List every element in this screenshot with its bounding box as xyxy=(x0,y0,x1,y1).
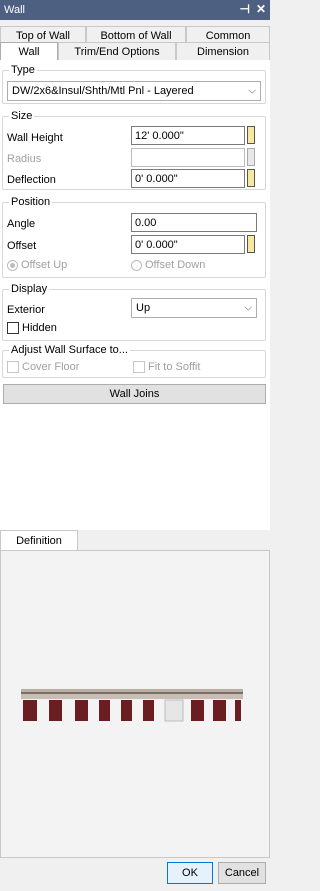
calculator-icon[interactable] xyxy=(247,126,255,144)
window-titlebar: Wall ⊣ ✕ xyxy=(0,0,270,20)
wall-top-plate xyxy=(21,694,243,699)
cover-floor-label: Cover Floor xyxy=(22,361,80,373)
stud xyxy=(99,700,110,721)
radius-input[interactable] xyxy=(131,148,245,167)
radio-dot-icon xyxy=(131,259,142,271)
size-group: Size Wall Height 12' 0.000" Radius Defle… xyxy=(2,110,266,190)
display-group: Display Exterior Up ⌵ Hidden xyxy=(2,283,266,341)
offset-up-radio[interactable]: Offset Up xyxy=(7,259,67,271)
stud xyxy=(235,700,241,721)
checkbox-box xyxy=(7,361,19,373)
offset-down-label: Offset Down xyxy=(145,259,206,271)
wall-joins-button[interactable]: Wall Joins xyxy=(3,384,266,404)
type-group: Type DW/2x6&Insul/Shth/Mtl Pnl - Layered… xyxy=(2,64,266,104)
wall-joins-label: Wall Joins xyxy=(109,388,160,400)
chevron-down-icon: ⌵ xyxy=(244,302,252,314)
calculator-icon[interactable] xyxy=(247,235,255,253)
stud xyxy=(143,700,154,721)
exterior-label: Exterior xyxy=(7,304,45,316)
stud xyxy=(213,700,226,721)
pin-icon[interactable]: ⊣ xyxy=(239,2,249,16)
ok-button[interactable]: OK xyxy=(167,862,213,884)
calculator-icon[interactable] xyxy=(247,169,255,187)
tab-dimension[interactable]: Dimension xyxy=(176,42,270,60)
wall-section-preview xyxy=(21,689,243,722)
wall-type-select[interactable]: DW/2x6&Insul/Shth/Mtl Pnl - Layered ⌵ xyxy=(7,81,261,101)
type-legend: Type xyxy=(9,64,37,76)
offset-label: Offset xyxy=(7,240,37,252)
cover-floor-checkbox[interactable]: Cover Floor xyxy=(7,361,79,373)
display-legend: Display xyxy=(9,283,50,295)
checkbox-box xyxy=(7,322,19,334)
hidden-label: Hidden xyxy=(22,322,57,334)
dialog-footer: OK Cancel xyxy=(0,858,270,891)
angle-input[interactable]: 0.00 xyxy=(131,213,257,232)
deflection-label: Deflection xyxy=(7,174,56,186)
angle-label: Angle xyxy=(7,218,36,230)
tab-definition[interactable]: Definition xyxy=(0,530,78,550)
stud xyxy=(49,700,62,721)
tab-trim-end-options[interactable]: Trim/End Options xyxy=(58,42,176,60)
radius-label: Radius xyxy=(7,153,42,165)
stud xyxy=(121,700,132,721)
radio-dot-icon xyxy=(7,259,18,271)
exterior-select[interactable]: Up ⌵ xyxy=(131,298,257,318)
fit-to-soffit-label: Fit to Soffit xyxy=(148,361,201,373)
close-icon[interactable]: ✕ xyxy=(256,2,266,16)
cancel-button[interactable]: Cancel xyxy=(218,862,266,884)
deflection-input[interactable]: 0' 0.000" xyxy=(131,169,245,188)
wall-type-value: DW/2x6&Insul/Shth/Mtl Pnl - Layered xyxy=(12,85,194,97)
window-opening xyxy=(164,699,184,722)
definition-label: Definition xyxy=(16,534,62,547)
position-group: Position Angle 0.00 Offset 0' 0.000" Off… xyxy=(2,196,266,278)
offset-input[interactable]: 0' 0.000" xyxy=(131,235,245,254)
wall-preview-panel xyxy=(0,550,270,858)
wall-top-layer xyxy=(21,689,243,692)
wall-sheathing-layer xyxy=(21,692,243,694)
stud xyxy=(23,700,37,721)
wall-height-input[interactable]: 12' 0.000" xyxy=(131,126,245,145)
adjust-surface-legend: Adjust Wall Surface to... xyxy=(9,344,130,356)
stud xyxy=(75,700,88,721)
wall-tab-panel: Type DW/2x6&Insul/Shth/Mtl Pnl - Layered… xyxy=(0,60,270,530)
hidden-checkbox[interactable]: Hidden xyxy=(7,322,57,334)
fit-to-soffit-checkbox[interactable]: Fit to Soffit xyxy=(133,361,200,373)
property-tabs: Top of Wall Bottom of Wall Common Wall T… xyxy=(0,24,270,62)
offset-up-label: Offset Up xyxy=(21,259,68,271)
chevron-down-icon: ⌵ xyxy=(248,85,256,97)
stud xyxy=(191,700,204,721)
exterior-value: Up xyxy=(136,302,151,314)
wall-height-label: Wall Height xyxy=(7,132,63,144)
wall-studs xyxy=(23,699,241,722)
position-legend: Position xyxy=(9,196,53,208)
adjust-surface-group: Adjust Wall Surface to... Cover Floor Fi… xyxy=(2,344,266,378)
offset-down-radio[interactable]: Offset Down xyxy=(131,259,205,271)
window-title: Wall xyxy=(4,4,25,16)
size-legend: Size xyxy=(9,110,35,122)
calculator-icon xyxy=(247,148,255,166)
checkbox-box xyxy=(133,361,145,373)
tab-wall[interactable]: Wall xyxy=(0,42,58,60)
cancel-label: Cancel xyxy=(224,867,260,879)
ok-label: OK xyxy=(182,867,198,879)
